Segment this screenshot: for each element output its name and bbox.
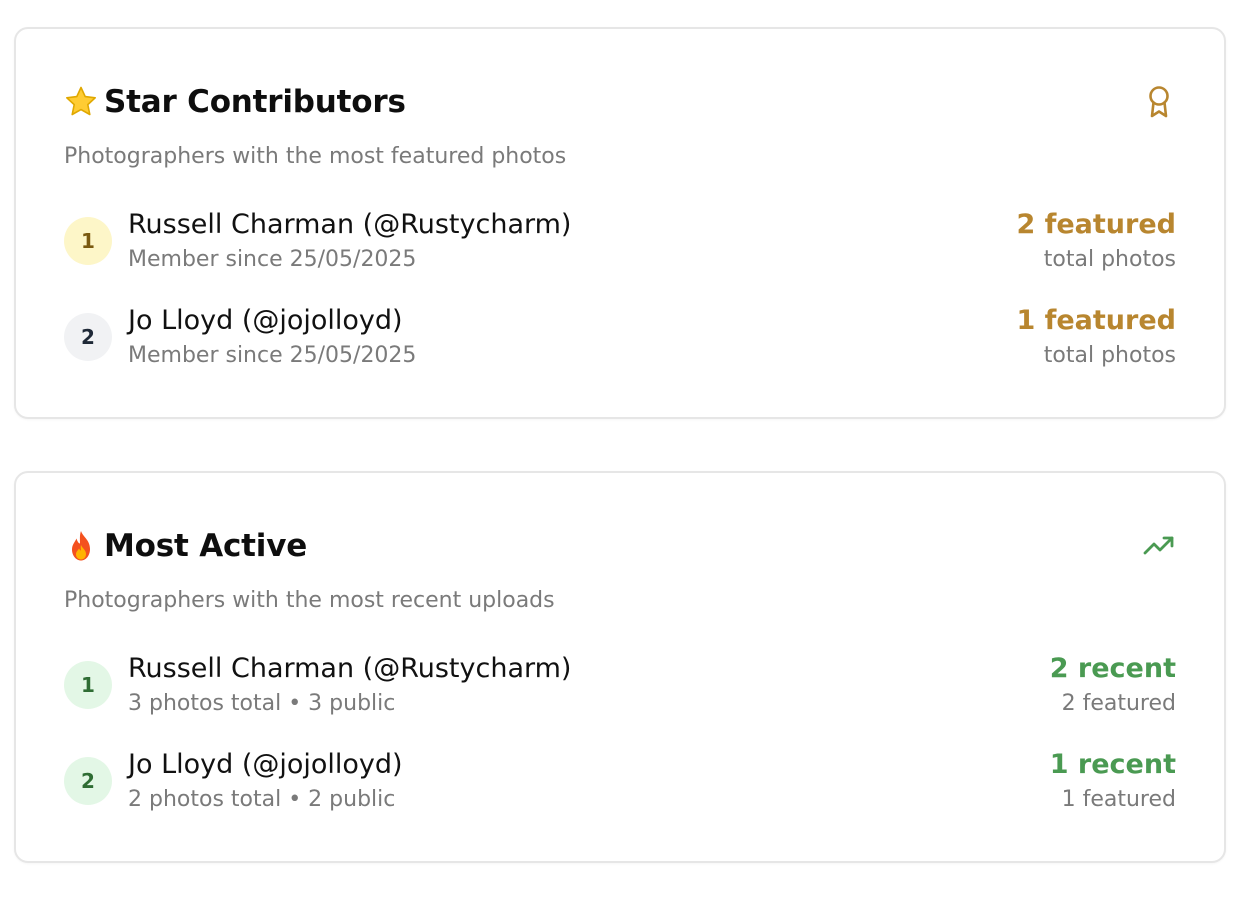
recent-count: 1 recent — [1049, 749, 1176, 780]
featured-caption: 2 featured — [1061, 691, 1176, 716]
rank-badge: 1 — [64, 217, 112, 265]
award-ribbon-icon — [1149, 86, 1169, 118]
rank-badge: 2 — [64, 313, 112, 361]
card-subtitle: Photographers with the most featured pho… — [64, 144, 567, 169]
star-contributors-card: Star Contributors Photographers with the… — [14, 27, 1226, 419]
featured-caption: 1 featured — [1061, 787, 1176, 812]
fire-icon — [72, 531, 90, 561]
card-header: Most Active — [64, 525, 1176, 567]
most-active-card: Most Active Photographers with the most … — [14, 471, 1226, 863]
photographer-name[interactable]: Jo Lloyd (@jojolloyd) — [128, 747, 403, 783]
contributor-row[interactable]: 1 Russell Charman (@Rustycharm) Member s… — [64, 207, 1176, 287]
card-title: Star Contributors — [104, 84, 406, 120]
photographer-name[interactable]: Russell Charman (@Rustycharm) — [128, 207, 571, 243]
photographer-name[interactable]: Russell Charman (@Rustycharm) — [128, 651, 571, 687]
member-since: Member since 25/05/2025 — [128, 343, 417, 368]
trending-up-icon — [1143, 536, 1174, 555]
stat-caption: total photos — [1043, 247, 1176, 272]
rank-badge: 2 — [64, 757, 112, 805]
photo-counts: 3 photos total • 3 public — [128, 691, 396, 716]
card-title: Most Active — [104, 528, 308, 564]
photo-counts: 2 photos total • 2 public — [128, 787, 396, 812]
active-row[interactable]: 2 Jo Lloyd (@jojolloyd) 2 photos total •… — [64, 747, 1176, 827]
card-subtitle: Photographers with the most recent uploa… — [64, 588, 555, 613]
featured-count: 2 featured — [1016, 209, 1176, 240]
rank-badge: 1 — [64, 661, 112, 709]
active-row[interactable]: 1 Russell Charman (@Rustycharm) 3 photos… — [64, 651, 1176, 731]
contributor-row[interactable]: 2 Jo Lloyd (@jojolloyd) Member since 25/… — [64, 303, 1176, 383]
card-header: Star Contributors — [64, 81, 1176, 123]
photographer-name[interactable]: Jo Lloyd (@jojolloyd) — [128, 303, 403, 339]
member-since: Member since 25/05/2025 — [128, 247, 417, 272]
featured-count: 1 featured — [1016, 305, 1176, 336]
star-icon — [66, 86, 96, 116]
stat-caption: total photos — [1043, 343, 1176, 368]
recent-count: 2 recent — [1049, 653, 1176, 684]
